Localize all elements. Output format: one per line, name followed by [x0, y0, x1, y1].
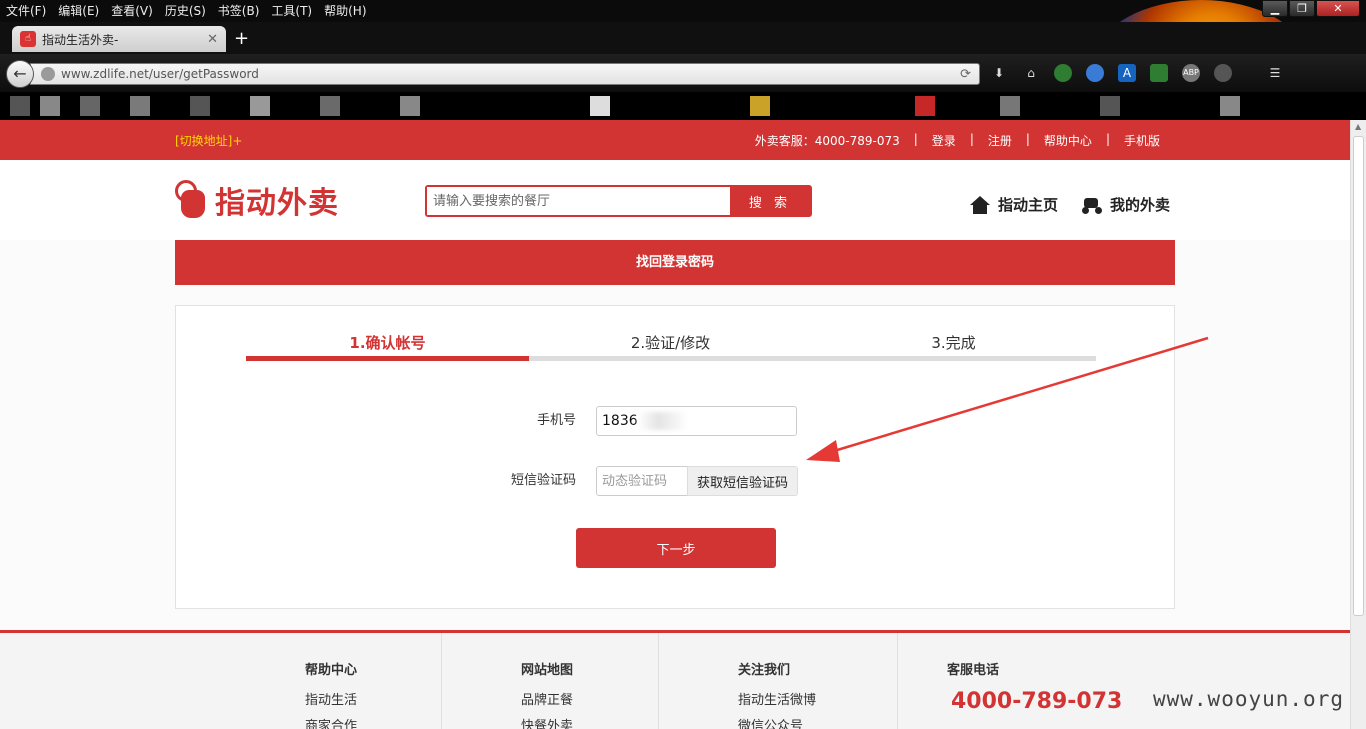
- minimize-icon[interactable]: ▁: [1262, 0, 1288, 17]
- maximize-icon[interactable]: ❐: [1289, 0, 1315, 17]
- addon-leaf-icon[interactable]: [1150, 64, 1168, 82]
- tab-title: 指动生活外卖-: [42, 32, 119, 47]
- reload-icon[interactable]: ⟳: [960, 67, 971, 82]
- password-recovery-card: 1.确认帐号 2.验证/修改 3.完成 手机号 1836 短信验证码 获取短信验…: [175, 305, 1175, 609]
- phone-row: 手机号 1836: [176, 406, 1176, 436]
- footer-link[interactable]: 微信公众号: [738, 715, 803, 729]
- menu-help[interactable]: 帮助(H): [318, 0, 372, 22]
- window-controls: ▁ ❐ ✕: [1262, 0, 1360, 17]
- footer-link[interactable]: 指动生活: [305, 689, 357, 708]
- scroll-up-icon[interactable]: ▲: [1355, 122, 1361, 131]
- next-step-button[interactable]: 下一步: [576, 528, 776, 568]
- search-box: 搜 索: [425, 185, 812, 217]
- help-center-link[interactable]: 帮助中心: [1044, 132, 1092, 149]
- menu-file[interactable]: 文件(F): [0, 0, 52, 22]
- house-icon: [970, 195, 990, 214]
- adblock-icon[interactable]: ABP: [1182, 64, 1200, 82]
- close-window-icon[interactable]: ✕: [1316, 0, 1360, 17]
- addon-misc-icon[interactable]: [1214, 64, 1232, 82]
- footer-col-help: 帮助中心 指动生活 商家合作: [225, 633, 442, 729]
- login-link[interactable]: 登录: [932, 132, 956, 149]
- web-page: [切换地址]+ 外卖客服：4000-789-073 | 登录 | 注册 | 帮助…: [0, 120, 1350, 729]
- scooter-icon: [1082, 196, 1102, 214]
- site-footer: 帮助中心 指动生活 商家合作 网站地图 品牌正餐 快餐外卖 关注我们 指动生活微…: [0, 630, 1350, 729]
- search-button[interactable]: 搜 索: [730, 187, 810, 215]
- menu-tools[interactable]: 工具(T): [265, 0, 318, 22]
- url-bar[interactable]: www.zdlife.net/user/getPassword ⟳: [30, 63, 980, 85]
- redacted-blur: [637, 412, 688, 430]
- page-scrollbar[interactable]: ▲: [1350, 120, 1366, 729]
- search-input[interactable]: [427, 187, 730, 215]
- hotline-text: 外卖客服：4000-789-073: [754, 134, 900, 148]
- back-arrow-icon[interactable]: ←: [6, 60, 34, 88]
- top-links: 外卖客服：4000-789-073 | 登录 | 注册 | 帮助中心 | 手机版: [754, 132, 1160, 149]
- mobile-link[interactable]: 手机版: [1124, 132, 1160, 149]
- home-icon[interactable]: ⌂: [1022, 64, 1040, 82]
- get-sms-code-button[interactable]: 获取短信验证码: [687, 466, 798, 496]
- menu-history[interactable]: 历史(S): [159, 0, 212, 22]
- sms-row: 短信验证码 获取短信验证码: [176, 466, 1176, 496]
- bookmarks-bar-pixelated: [0, 92, 1366, 120]
- home-link[interactable]: 指动主页: [970, 194, 1058, 215]
- service-phone: 4000-789-073: [951, 689, 1123, 714]
- globe-icon: [41, 67, 55, 81]
- top-strip: [切换地址]+ 外卖客服：4000-789-073 | 登录 | 注册 | 帮助…: [0, 120, 1350, 160]
- tab-close-icon[interactable]: ✕: [207, 32, 218, 47]
- footer-link[interactable]: 品牌正餐: [521, 689, 573, 708]
- logo-text: 指动外卖: [215, 186, 339, 221]
- watermark-text: www.wooyun.org: [1152, 687, 1344, 711]
- download-icon[interactable]: ⬇: [990, 64, 1008, 82]
- new-tab-icon[interactable]: +: [234, 28, 249, 49]
- translate-icon[interactable]: A: [1118, 64, 1136, 82]
- phone-input[interactable]: 1836: [596, 406, 797, 436]
- toolbar-icons: ⬇ ⌂ A ABP ☰: [990, 64, 1284, 82]
- footer-link[interactable]: 指动生活微博: [738, 689, 816, 708]
- register-link[interactable]: 注册: [988, 132, 1012, 149]
- step-progress-fill: [246, 356, 530, 361]
- menu-edit[interactable]: 编辑(E): [52, 0, 105, 22]
- footer-link[interactable]: 快餐外卖: [521, 715, 573, 729]
- addon-globe-icon[interactable]: [1086, 64, 1104, 82]
- hamburger-menu-icon[interactable]: ☰: [1266, 64, 1284, 82]
- switch-address-link[interactable]: [切换地址]+: [175, 132, 242, 149]
- footer-link[interactable]: 商家合作: [305, 715, 357, 729]
- site-logo[interactable]: 指动外卖: [175, 178, 339, 222]
- finger-tap-icon: [175, 180, 209, 220]
- phone-label: 手机号: [536, 413, 576, 428]
- my-orders-link[interactable]: 我的外卖: [1082, 194, 1170, 215]
- url-text: www.zdlife.net/user/getPassword: [61, 67, 259, 81]
- footer-col-follow: 关注我们 指动生活微博 微信公众号: [659, 633, 898, 729]
- sms-label: 短信验证码: [510, 473, 576, 488]
- step-progress-bar: [246, 356, 1096, 361]
- sms-code-input[interactable]: [596, 466, 688, 496]
- scrollbar-thumb[interactable]: [1353, 136, 1364, 616]
- footer-col-sitemap: 网站地图 品牌正餐 快餐外卖: [442, 633, 659, 729]
- menu-bookmarks[interactable]: 书签(B): [212, 0, 266, 22]
- tab-strip: ☝ 指动生活外卖- ✕ +: [0, 22, 1366, 54]
- site-favicon-icon: ☝: [20, 31, 36, 47]
- footer-col-service: 客服电话 4000-789-073: [947, 663, 1123, 714]
- tab-active[interactable]: ☝ 指动生活外卖- ✕: [12, 26, 226, 52]
- site-header: 指动外卖 搜 索 指动主页 我的外卖: [0, 160, 1350, 240]
- menu-view[interactable]: 查看(V): [105, 0, 159, 22]
- navigation-toolbar: www.zdlife.net/user/getPassword ⟳ ← ⬇ ⌂ …: [0, 54, 1366, 92]
- addon-green-icon[interactable]: [1054, 64, 1072, 82]
- page-title: 找回登录密码: [175, 240, 1175, 285]
